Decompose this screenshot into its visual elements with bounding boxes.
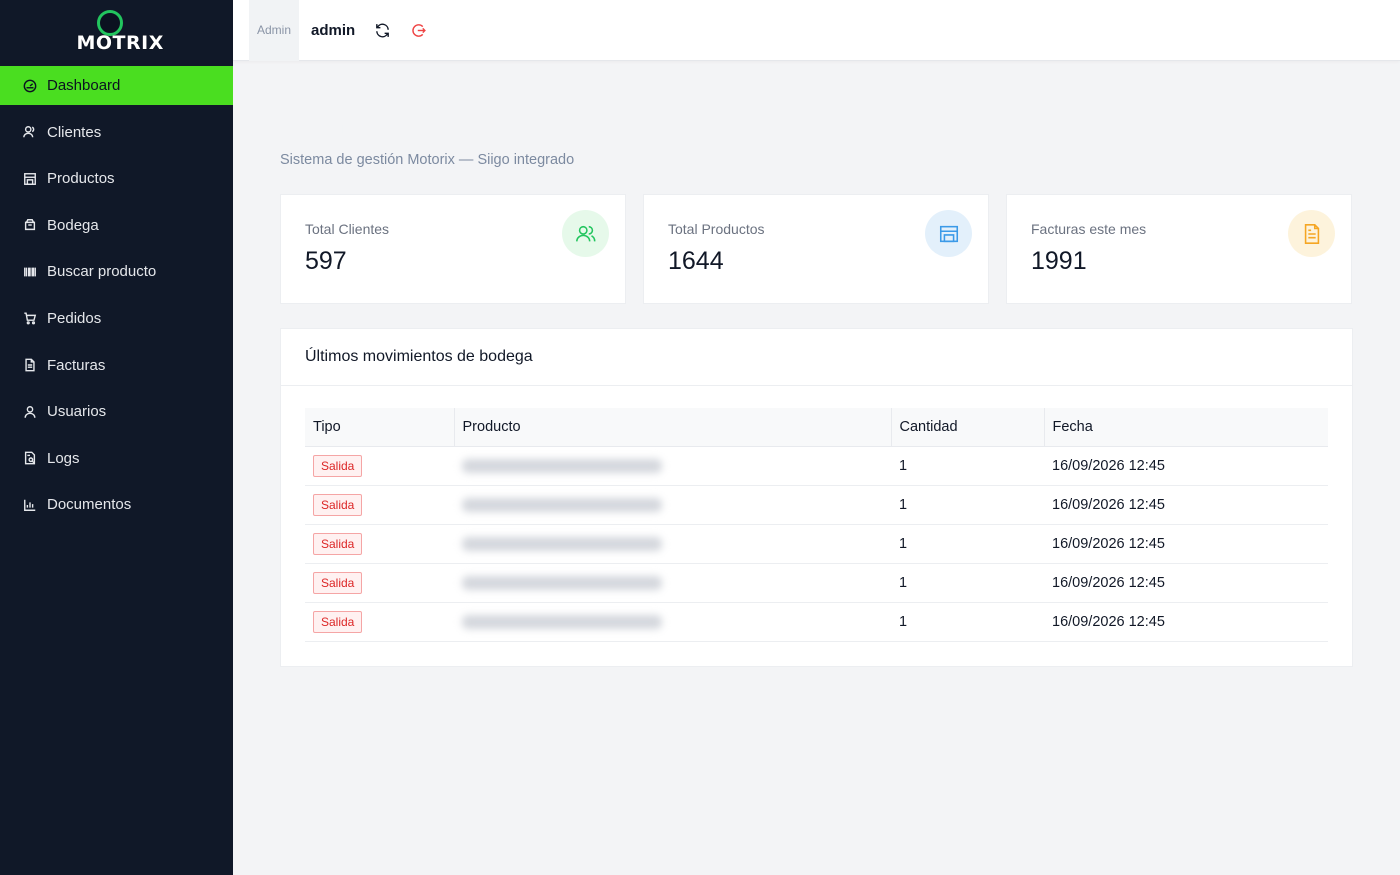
status-badge: Salida — [313, 610, 363, 633]
chart-bar-icon — [22, 497, 37, 512]
redacted-product — [462, 458, 662, 473]
sidebar-item-facturas[interactable]: Facturas — [0, 346, 233, 385]
gauge-icon — [22, 78, 37, 93]
stat-value: 1991 — [1031, 247, 1087, 275]
redacted-product — [462, 497, 662, 512]
sidebar-item-usuarios[interactable]: Usuarios — [0, 392, 233, 431]
cell-cantidad: 1 — [891, 602, 1044, 642]
sidebar-item-label: Productos — [47, 170, 115, 188]
sidebar-item-label: Usuarios — [47, 403, 107, 421]
stat-card-facturas: Facturas este mes 1991 — [1006, 194, 1352, 304]
sidebar-item-productos[interactable]: Productos — [0, 159, 233, 198]
stat-label: Facturas este mes — [1031, 221, 1147, 237]
cell-cantidad: 1 — [891, 524, 1044, 564]
status-badge: Salida — [313, 571, 363, 594]
sidebar-item-dashboard[interactable]: Dashboard — [0, 66, 233, 105]
stat-label: Total Clientes — [305, 221, 390, 237]
sidebar-item-label: Dashboard — [47, 77, 121, 94]
logo-text: MOTRIX — [76, 32, 164, 54]
stat-value: 597 — [305, 247, 347, 275]
cell-fecha: 16/09/2026 12:45 — [1044, 446, 1328, 486]
log-icon — [22, 451, 37, 466]
cell-fecha: 16/09/2026 12:45 — [1044, 524, 1328, 564]
cell-cantidad: 1 — [891, 485, 1044, 525]
sidebar-item-logs[interactable]: Logs — [0, 439, 233, 478]
page-title: Dashboard — [280, 109, 416, 139]
sidebar-item-documentos[interactable]: Documentos — [0, 485, 233, 524]
stat-card-clientes: Total Clientes 597 — [280, 194, 626, 304]
sidebar-item-label: Buscar producto — [47, 263, 157, 281]
store-icon — [925, 210, 972, 257]
sidebar-item-label: Documentos — [47, 496, 132, 514]
table-row: Salida 1 16/09/2026 12:45 — [305, 524, 1328, 564]
status-badge: Salida — [313, 532, 363, 555]
users-icon — [562, 210, 609, 257]
logo[interactable]: MOTRIX — [0, 0, 233, 66]
table-row: Salida 1 16/09/2026 12:45 — [305, 563, 1328, 603]
sidebar-item-clientes[interactable]: Clientes — [0, 113, 233, 152]
movements-panel: Últimos movimientos de bodega Tipo Produ… — [280, 328, 1353, 667]
invoice-icon — [22, 358, 37, 373]
sidebar-item-label: Facturas — [47, 356, 106, 374]
topbar: Admin admin — [233, 0, 1400, 61]
role-badge: Admin — [249, 0, 299, 61]
sidebar-item-label: Pedidos — [47, 309, 102, 327]
store-icon — [22, 171, 37, 186]
col-header-cantidad: Cantidad — [890, 408, 1044, 447]
sidebar-item-bodega[interactable]: Bodega — [0, 206, 233, 245]
stat-value: 1644 — [668, 247, 724, 275]
sidebar-item-label: Clientes — [47, 123, 102, 141]
cell-fecha: 16/09/2026 12:45 — [1044, 602, 1328, 642]
sidebar: MOTRIX Dashboard Clientes Productos Bode… — [0, 0, 233, 875]
stats-cards: Total Clientes 597 Total Productos 1644 … — [280, 194, 1353, 304]
barcode-icon — [22, 264, 37, 279]
cell-fecha: 16/09/2026 12:45 — [1044, 563, 1328, 603]
users-icon — [22, 125, 37, 140]
refresh-icon[interactable] — [373, 21, 391, 39]
redacted-product — [462, 614, 662, 629]
sidebar-item-label: Logs — [47, 449, 80, 467]
table-row: Salida 1 16/09/2026 12:45 — [305, 446, 1328, 486]
user-icon — [22, 404, 37, 419]
movements-table: Tipo Producto Cantidad Fecha Salida 1 16… — [305, 408, 1328, 642]
cell-cantidad: 1 — [891, 446, 1044, 486]
stat-label: Total Productos — [668, 221, 765, 237]
username: admin — [311, 21, 356, 39]
cell-fecha: 16/09/2026 12:45 — [1044, 485, 1328, 525]
redacted-product — [462, 575, 662, 590]
sidebar-item-pedidos[interactable]: Pedidos — [0, 299, 233, 338]
col-header-tipo: Tipo — [305, 408, 454, 447]
panel-title: Últimos movimientos de bodega — [281, 329, 1352, 386]
table-header-row: Tipo Producto Cantidad Fecha — [305, 408, 1328, 447]
sidebar-item-label: Bodega — [47, 216, 99, 234]
table-row: Salida 1 16/09/2026 12:45 — [305, 602, 1328, 642]
motrix-logo-icon: MOTRIX — [76, 10, 164, 56]
status-badge: Salida — [313, 454, 363, 477]
col-header-fecha: Fecha — [1043, 408, 1328, 447]
cart-icon — [22, 311, 37, 326]
invoice-icon — [1288, 210, 1335, 257]
stat-card-productos: Total Productos 1644 — [643, 194, 989, 304]
table-row: Salida 1 16/09/2026 12:45 — [305, 485, 1328, 525]
cell-cantidad: 1 — [891, 563, 1044, 603]
redacted-product — [462, 536, 662, 551]
status-badge: Salida — [313, 493, 363, 516]
sidebar-nav: Dashboard Clientes Productos Bodega Busc… — [0, 66, 233, 524]
page-subtitle: Sistema de gestión Motorix — Siigo integ… — [280, 152, 575, 168]
sidebar-item-buscar-producto[interactable]: Buscar producto — [0, 252, 233, 291]
logout-icon[interactable] — [409, 21, 427, 39]
main-content: Dashboard Sistema de gestión Motorix — S… — [280, 61, 1353, 667]
col-header-producto: Producto — [453, 408, 891, 447]
warehouse-icon — [22, 218, 37, 233]
